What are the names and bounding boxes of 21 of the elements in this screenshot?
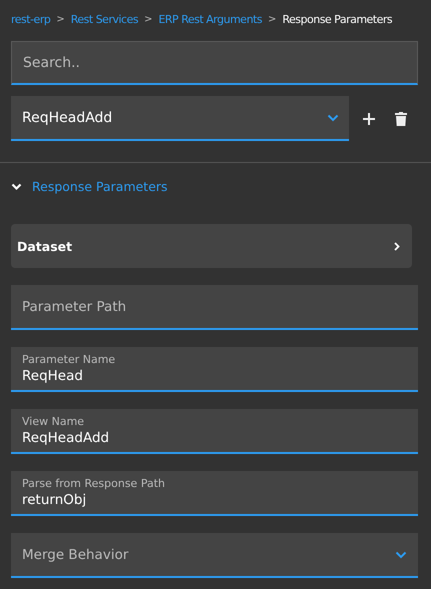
trash-icon[interactable] xyxy=(395,112,407,126)
chevron-down-icon xyxy=(11,182,22,190)
chevron-right-icon xyxy=(394,242,400,250)
breadcrumb-separator: > xyxy=(56,14,65,24)
view-dropdown[interactable]: ReqHeadAdd xyxy=(11,96,349,141)
breadcrumb-separator: > xyxy=(268,14,276,24)
section-header[interactable]: Response Parameters xyxy=(11,179,168,194)
text-field[interactable]: View Name ReqHeadAdd xyxy=(11,409,418,454)
breadcrumb-link[interactable]: rest-erp xyxy=(11,12,50,26)
breadcrumb-link[interactable]: ERP Rest Arguments xyxy=(158,12,262,26)
dataset-row[interactable]: Dataset xyxy=(11,224,412,268)
chevron-down-icon xyxy=(395,550,407,558)
add-icon[interactable] xyxy=(363,112,375,124)
dropdown-field[interactable]: Merge Behavior xyxy=(11,533,418,578)
text-field[interactable]: Parameter Path xyxy=(11,285,418,330)
breadcrumb-separator: > xyxy=(144,14,152,24)
chevron-down-icon xyxy=(327,114,339,122)
breadcrumb-link[interactable]: Rest Services xyxy=(70,12,138,26)
text-field[interactable]: Parse from Response Path returnObj xyxy=(11,471,418,516)
search-field[interactable]: Search.. xyxy=(11,41,418,85)
text-field[interactable]: Parameter Name ReqHead xyxy=(11,347,418,392)
